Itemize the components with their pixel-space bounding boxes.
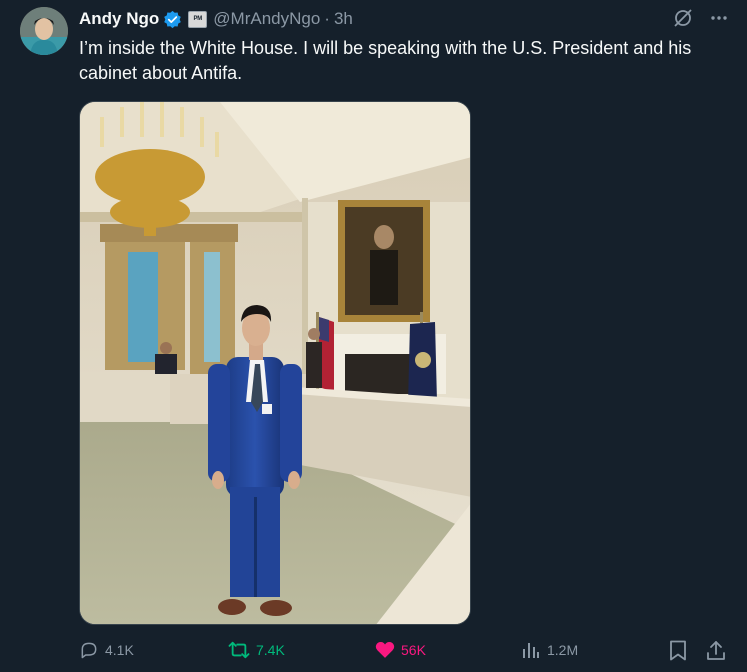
grok-icon[interactable] <box>673 8 693 28</box>
tweet-text: I’m inside the White House. I will be sp… <box>79 38 692 83</box>
views-button[interactable]: 1.2M <box>521 640 578 660</box>
affiliation-badge[interactable]: PM <box>188 10 208 28</box>
bookmark-icon <box>670 640 686 661</box>
like-button[interactable]: 56K <box>375 640 426 659</box>
separator: · <box>324 9 330 28</box>
reply-count: 4.1K <box>105 642 134 658</box>
bookmark-button[interactable] <box>669 640 687 661</box>
tweet-actions: 4.1K 7.4K 56K 1.2M <box>79 640 729 666</box>
like-icon <box>375 642 395 658</box>
repost-icon <box>228 641 250 659</box>
display-name[interactable]: Andy Ngo <box>79 9 159 29</box>
reply-icon <box>81 642 97 659</box>
avatar[interactable] <box>20 7 68 55</box>
photo-image <box>80 102 470 624</box>
timestamp[interactable]: 3h <box>334 9 353 29</box>
more-icon[interactable] <box>709 8 729 28</box>
repost-button[interactable]: 7.4K <box>228 640 285 660</box>
tweet-header: Andy Ngo PM @MrAndyNgo · 3h <box>79 8 727 30</box>
affiliation-badge-label: PM <box>193 16 203 22</box>
share-icon <box>707 641 725 660</box>
view-count: 1.2M <box>547 642 579 658</box>
top-right-icons <box>673 8 729 28</box>
reply-button[interactable]: 4.1K <box>79 640 134 660</box>
verified-badge-icon[interactable] <box>163 10 182 29</box>
avatar-image <box>20 7 68 55</box>
tweet-photo[interactable] <box>79 101 471 625</box>
like-count: 56K <box>401 641 426 658</box>
views-icon <box>523 643 539 658</box>
handle[interactable]: @MrAndyNgo <box>213 9 320 29</box>
share-button[interactable] <box>706 640 726 661</box>
repost-count: 7.4K <box>256 642 285 658</box>
